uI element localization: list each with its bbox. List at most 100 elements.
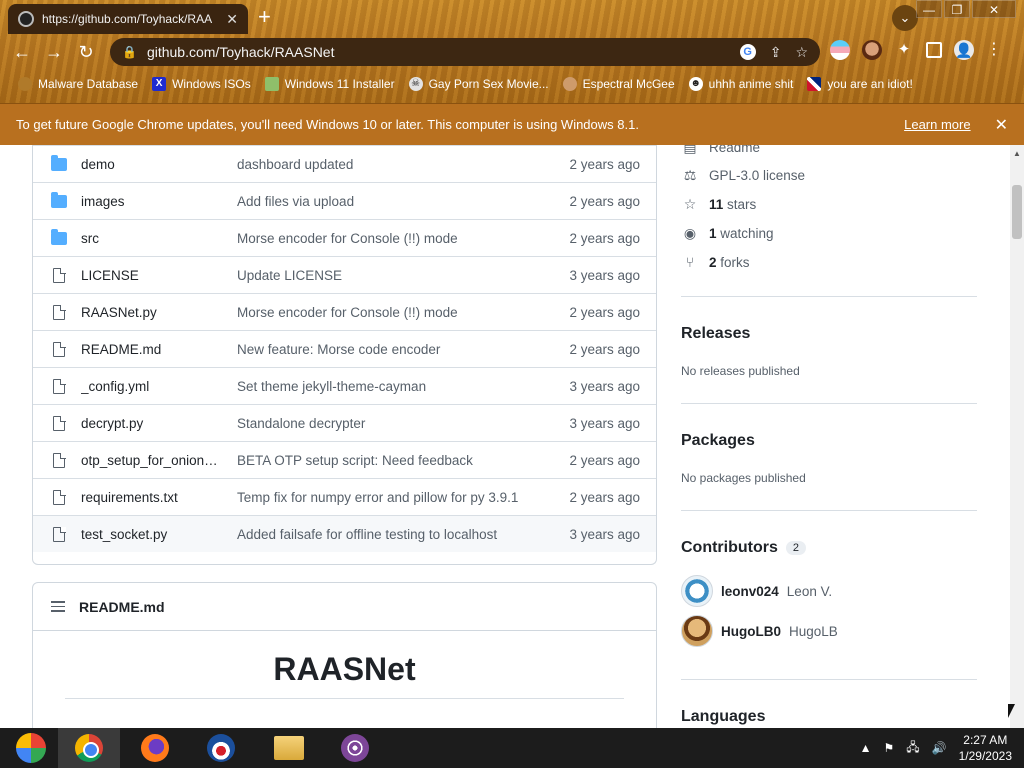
bookmark-espectral-mcgee[interactable]: Espectral McGee <box>562 77 675 91</box>
close-window-button[interactable]: ✕ <box>972 0 1016 18</box>
new-tab-button[interactable]: + <box>258 6 271 28</box>
file-name-link[interactable]: images <box>81 194 221 209</box>
outline-list-icon[interactable] <box>51 601 65 612</box>
avatar[interactable] <box>681 575 713 607</box>
commit-message-link[interactable]: dashboard updated <box>237 157 353 172</box>
tab-close-icon[interactable]: ✕ <box>226 11 238 28</box>
share-icon[interactable]: ⇪ <box>770 44 782 61</box>
file-row[interactable]: otp_setup_for_onion_... BETA OTP setup sc… <box>33 441 656 478</box>
readme-filename[interactable]: README.md <box>79 599 165 615</box>
chrome-menu-icon[interactable]: ⋮ <box>986 40 1002 60</box>
releases-heading[interactable]: Releases <box>681 325 750 343</box>
file-row[interactable]: test_socket.py Added failsafe for offline… <box>33 515 656 552</box>
commit-message-link[interactable]: New feature: Morse code encoder <box>237 342 440 357</box>
file-row[interactable]: RAASNet.py Morse encoder for Console (!!)… <box>33 293 656 330</box>
contributor-login[interactable]: HugoLB0 <box>721 624 781 639</box>
file-name-link[interactable]: otp_setup_for_onion_... <box>81 453 221 468</box>
action-center-flag-icon[interactable]: ⚑ <box>884 741 895 755</box>
reload-button[interactable]: ↻ <box>70 36 102 68</box>
bookmark-malware-database[interactable]: Malware Database <box>18 77 138 91</box>
network-icon[interactable]: 🖧 <box>906 738 919 759</box>
taskbar-file-explorer[interactable] <box>258 728 320 768</box>
bookmark-idiot[interactable]: you are an idiot! <box>807 77 913 91</box>
url-text[interactable]: github.com/Toyhack/RAASNet <box>147 44 335 60</box>
taskbar-chrome[interactable] <box>58 728 120 768</box>
commit-message-link[interactable]: Standalone decrypter <box>237 416 365 431</box>
file-row[interactable]: README.md New feature: Morse code encoder… <box>33 330 656 367</box>
file-name-link[interactable]: README.md <box>81 342 221 357</box>
contributors-heading[interactable]: Contributors 2 <box>681 539 806 557</box>
commit-message-link[interactable]: Add files via upload <box>237 194 354 209</box>
file-row[interactable]: _config.yml Set theme jekyll-theme-cayman… <box>33 367 656 404</box>
back-button[interactable]: ← <box>6 36 38 68</box>
commit-age: 2 years ago <box>569 341 640 357</box>
file-name-link[interactable]: RAASNet.py <box>81 305 221 320</box>
infobar-close-icon[interactable]: ✕ <box>995 115 1008 135</box>
bookmark-movie[interactable]: ☠ Gay Porn Sex Movie... <box>408 77 549 91</box>
extensions-puzzle-icon[interactable]: ✦ <box>894 40 914 60</box>
file-row[interactable]: requirements.txt Temp fix for numpy error… <box>33 478 656 515</box>
file-name-link[interactable]: src <box>81 231 221 246</box>
commit-message-link[interactable]: Set theme jekyll-theme-cayman <box>237 379 426 394</box>
readme-link[interactable]: ▤ Readme <box>681 145 760 156</box>
commit-message-link[interactable]: Morse encoder for Console (!!) mode <box>237 231 458 246</box>
file-name-link[interactable]: requirements.txt <box>81 490 221 505</box>
bookmark-windows-isos[interactable]: X Windows ISOs <box>152 77 251 91</box>
profile-avatar-icon[interactable]: 👤 <box>954 40 974 60</box>
forks-link[interactable]: ⑂ 2 forks <box>681 254 750 270</box>
contributor-login[interactable]: leonv024 <box>721 584 779 599</box>
taskbar-tor-browser[interactable] <box>324 728 386 768</box>
file-name-link[interactable]: LICENSE <box>81 268 221 283</box>
browser-tab[interactable]: https://github.com/Toyhack/RAA ✕ <box>8 4 248 34</box>
file-name-link[interactable]: _config.yml <box>81 379 221 394</box>
packages-heading[interactable]: Packages <box>681 432 755 450</box>
file-name-link[interactable]: demo <box>81 157 221 172</box>
lock-icon[interactable]: 🔒 <box>122 45 137 59</box>
taskbar-clock[interactable]: 2:27 AM 1/29/2023 <box>959 732 1012 764</box>
stars-link[interactable]: ☆ 11 stars <box>681 196 757 213</box>
file-row[interactable]: decrypt.py Standalone decrypter 3 years ag… <box>33 404 656 441</box>
license-link[interactable]: ⚖ GPL-3.0 license <box>681 167 805 184</box>
file-row[interactable]: demo dashboard updated 2 years ago <box>33 145 656 182</box>
commit-message-link[interactable]: Added failsafe for offline testing to lo… <box>237 527 497 542</box>
file-icon <box>51 452 66 469</box>
commit-message-link[interactable]: Update LICENSE <box>237 268 342 283</box>
file-icon <box>51 489 66 506</box>
file-row[interactable]: src Morse encoder for Console (!!) mode 2 … <box>33 219 656 256</box>
watching-link[interactable]: ◉ 1 watching <box>681 225 774 242</box>
tab-search-chevron-icon[interactable]: ⌄ <box>892 5 918 31</box>
commit-message-link[interactable]: Temp fix for numpy error and pillow for … <box>237 490 518 505</box>
taskbar-obama-logo[interactable] <box>190 728 252 768</box>
file-row[interactable]: images Add files via upload 2 years ago <box>33 182 656 219</box>
volume-icon[interactable]: 🔊 <box>932 741 947 755</box>
file-name-link[interactable]: decrypt.py <box>81 416 221 431</box>
side-panel-icon[interactable] <box>926 42 942 58</box>
avatar[interactable] <box>681 615 713 647</box>
tray-chevron-icon[interactable]: ▲ <box>860 741 872 755</box>
contributor-leonv024[interactable]: leonv024 Leon V. <box>681 575 832 607</box>
bookmark-windows-11-installer[interactable]: Windows 11 Installer <box>264 77 395 91</box>
file-row[interactable]: LICENSE Update LICENSE 3 years ago <box>33 256 656 293</box>
trans-flag-extension-icon[interactable] <box>830 40 850 60</box>
minimize-button[interactable]: — <box>916 0 942 18</box>
bookmark-star-icon[interactable]: ☆ <box>795 44 808 61</box>
scroll-thumb[interactable] <box>1012 185 1022 239</box>
bookmark-label: Malware Database <box>38 77 139 91</box>
taskbar-firefox[interactable] <box>124 728 186 768</box>
learn-more-link[interactable]: Learn more <box>904 117 970 132</box>
file-icon <box>51 341 66 358</box>
restore-button[interactable]: ❐ <box>944 0 970 18</box>
address-bar[interactable]: 🔒 github.com/Toyhack/RAASNet G ⇪ ☆ <box>110 38 820 66</box>
page-scrollbar[interactable]: ▲ <box>1010 145 1024 728</box>
forward-button[interactable]: → <box>38 36 70 68</box>
bookmark-anime[interactable]: ☻ uhhh anime shit <box>688 77 793 91</box>
contributor-hugolb0[interactable]: HugoLB0 HugoLB <box>681 615 838 647</box>
start-button[interactable] <box>0 728 62 768</box>
commit-message-link[interactable]: Morse encoder for Console (!!) mode <box>237 305 458 320</box>
commit-message-link[interactable]: BETA OTP setup script: Need feedback <box>237 453 473 468</box>
scroll-up-arrow-icon[interactable]: ▲ <box>1013 149 1021 158</box>
google-lens-icon[interactable]: G <box>739 43 756 60</box>
file-explorer-icon <box>274 736 304 760</box>
file-name-link[interactable]: test_socket.py <box>81 527 221 542</box>
face-extension-icon[interactable] <box>862 40 882 60</box>
